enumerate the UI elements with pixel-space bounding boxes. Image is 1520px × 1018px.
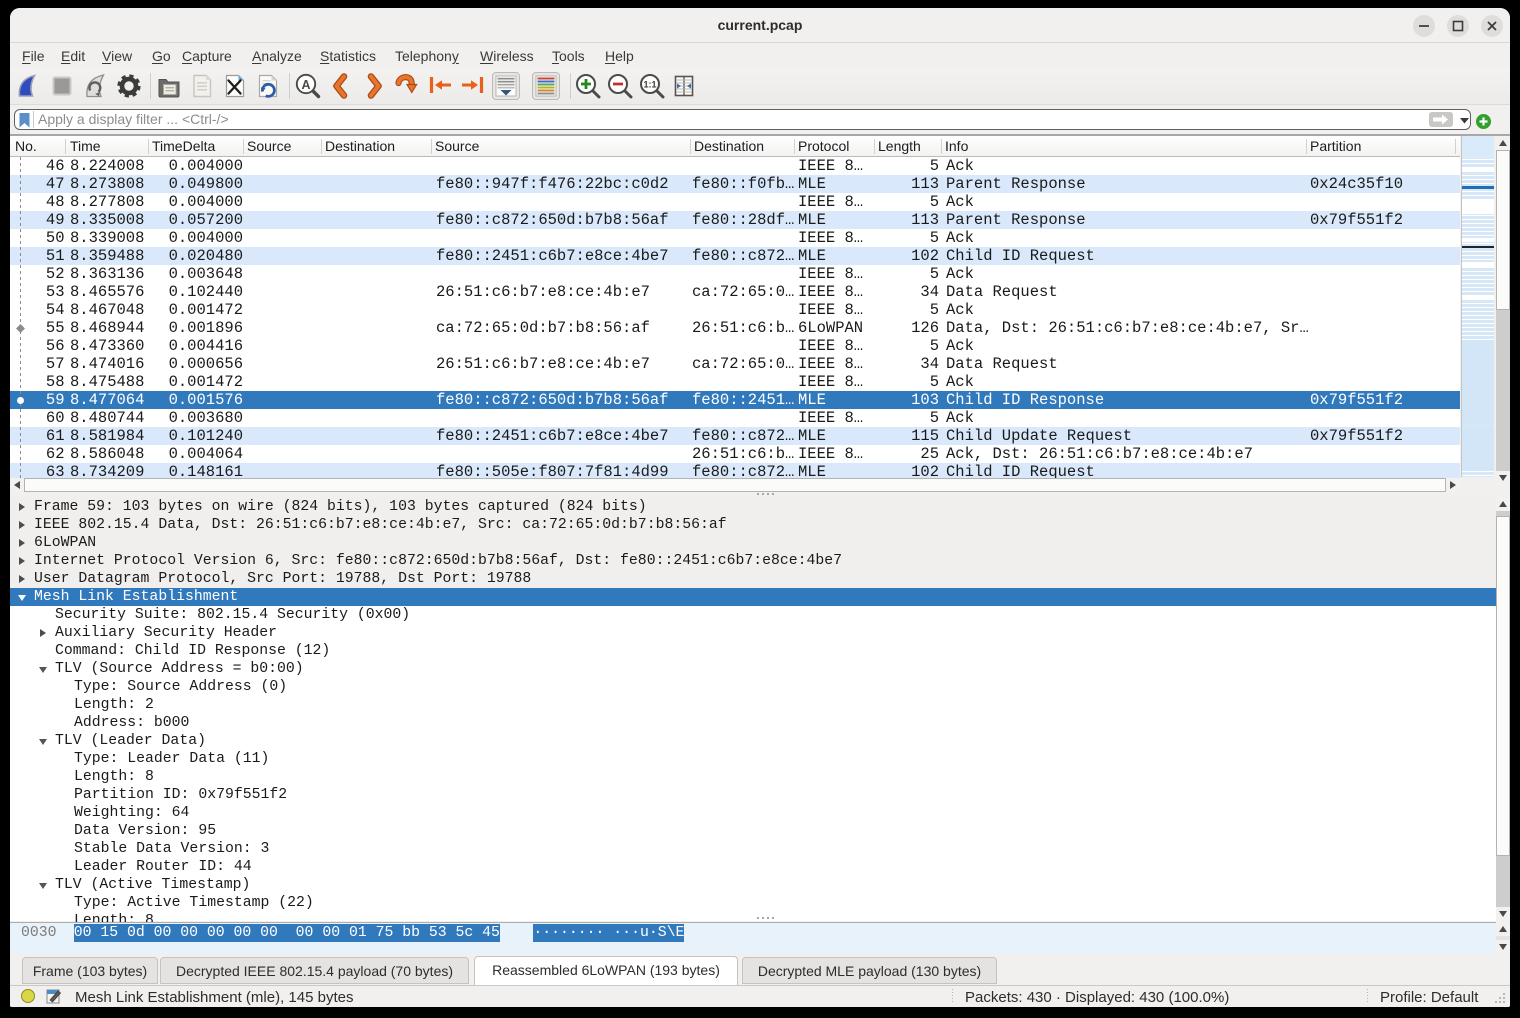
svg-text:1:1: 1:1 — [643, 80, 656, 90]
svg-text:A: A — [301, 78, 310, 92]
